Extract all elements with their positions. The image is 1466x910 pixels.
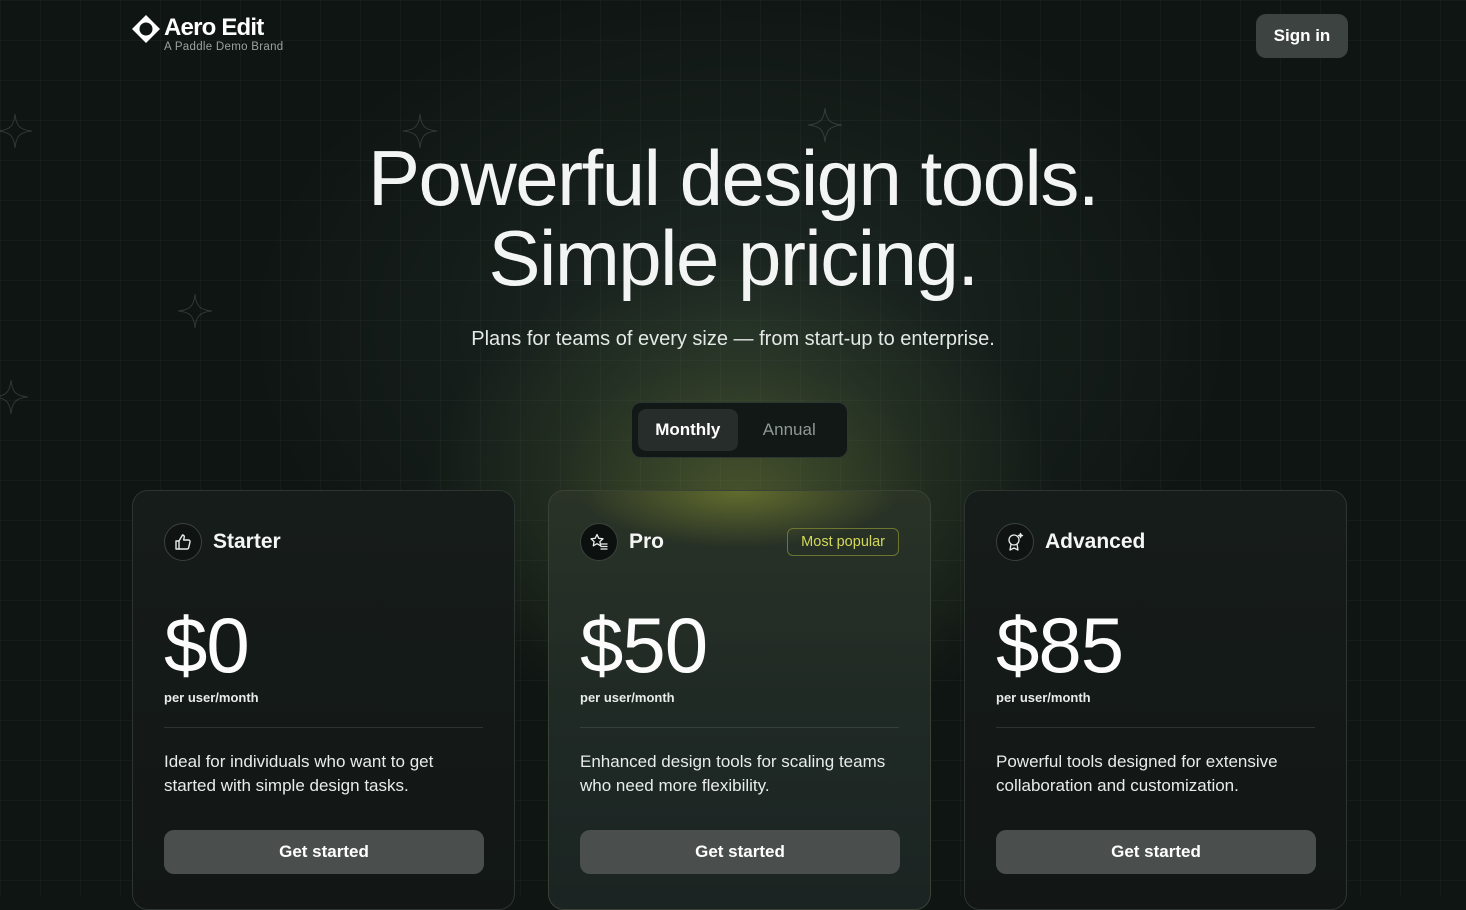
diamond-ring-icon <box>131 14 161 44</box>
plan-period: per user/month <box>580 690 675 705</box>
brand-logo[interactable]: Aero Edit A Paddle Demo Brand <box>131 14 284 53</box>
thumbs-up-icon <box>164 523 202 561</box>
hero-title-line1: Powerful design tools. <box>367 134 1100 222</box>
plan-period: per user/month <box>164 690 259 705</box>
brand-subtitle: A Paddle Demo Brand <box>164 41 284 53</box>
plan-card-advanced: Advanced $85 per user/month Powerful too… <box>964 490 1347 910</box>
star-list-icon <box>580 523 618 561</box>
divider <box>996 727 1315 728</box>
plan-name: Starter <box>213 530 281 553</box>
plan-price: $85 <box>996 601 1124 689</box>
hero-section: Powerful design tools. Simple pricing. P… <box>0 138 1466 351</box>
plan-card-starter: Starter $0 per user/month Ideal for indi… <box>132 490 515 910</box>
billing-option-annual[interactable]: Annual <box>738 409 841 451</box>
plan-price: $50 <box>580 601 708 689</box>
get-started-button-starter[interactable]: Get started <box>164 830 484 874</box>
get-started-button-advanced[interactable]: Get started <box>996 830 1316 874</box>
divider <box>580 727 899 728</box>
plan-description: Enhanced design tools for scaling teams … <box>580 752 886 795</box>
brand-name: Aero Edit <box>164 14 264 41</box>
billing-option-monthly[interactable]: Monthly <box>638 409 738 451</box>
billing-toggle: Monthly Annual <box>631 402 848 458</box>
plan-price: $0 <box>164 601 250 689</box>
hero-title: Powerful design tools. Simple pricing. <box>0 138 1466 298</box>
plan-period: per user/month <box>996 690 1091 705</box>
award-sparkle-icon <box>996 523 1034 561</box>
get-started-button-pro[interactable]: Get started <box>580 830 900 874</box>
hero-subtitle: Plans for teams of every size — from sta… <box>471 328 995 350</box>
plan-description: Ideal for individuals who want to get st… <box>164 752 434 795</box>
hero-title-line2: Simple pricing. <box>488 214 979 302</box>
plan-card-pro: Pro Most popular $50 per user/month Enha… <box>548 490 931 910</box>
plan-name: Advanced <box>1045 530 1146 553</box>
most-popular-badge: Most popular <box>787 528 899 556</box>
sparkle-decoration-icon <box>0 379 29 415</box>
sign-in-button[interactable]: Sign in <box>1256 14 1348 58</box>
plan-name: Pro <box>629 530 665 553</box>
divider <box>164 727 483 728</box>
site-header: Aero Edit A Paddle Demo Brand Sign in <box>0 0 1466 80</box>
plan-description: Powerful tools designed for extensive co… <box>996 752 1278 795</box>
